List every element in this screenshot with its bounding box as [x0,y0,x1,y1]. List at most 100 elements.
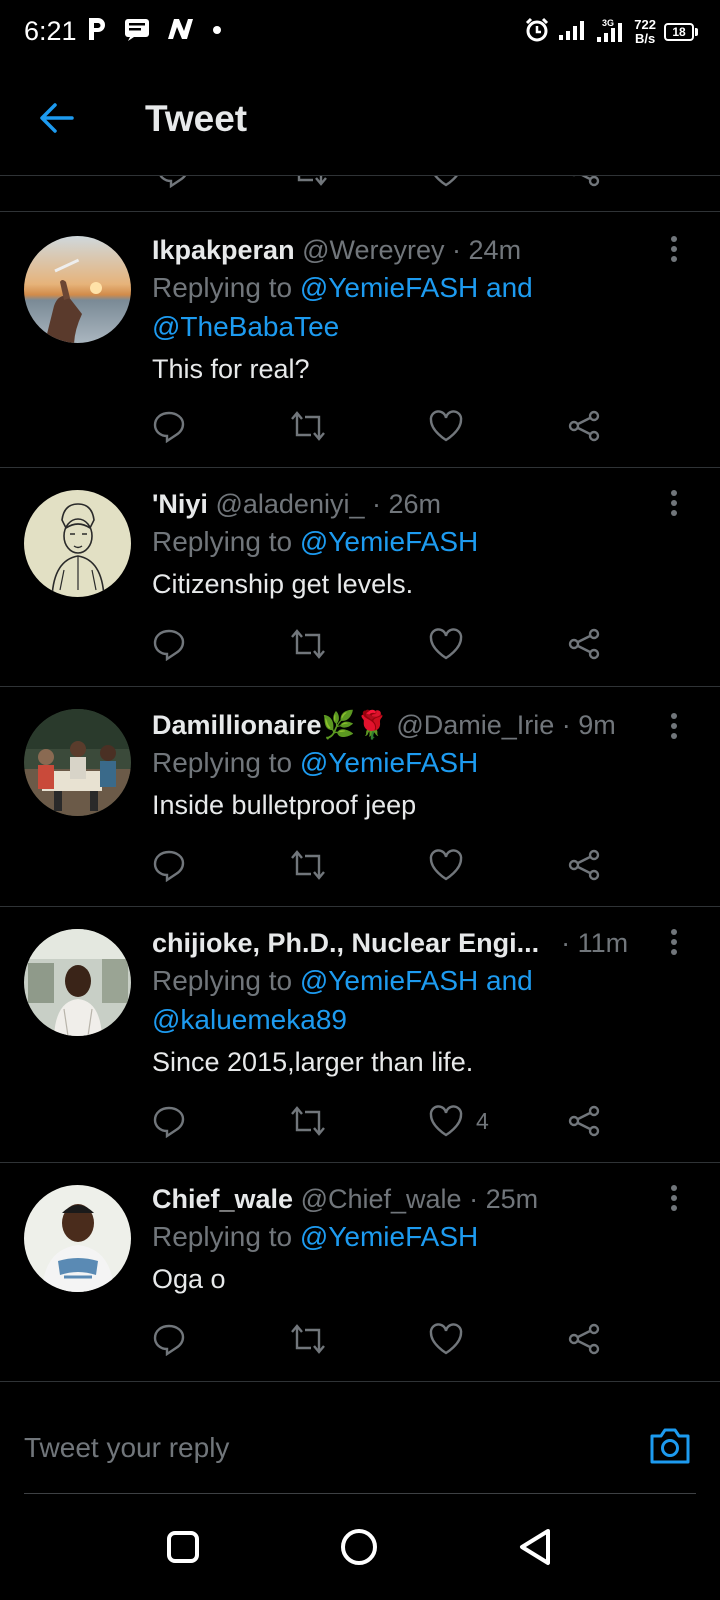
avatar[interactable] [24,1185,131,1292]
share-icon [568,628,600,660]
author-name[interactable]: Damillionaire [152,710,322,740]
author-name[interactable]: chijioke, Ph.D., Nuclear Engi... [152,925,539,961]
retweet-button[interactable] [288,624,328,664]
message-icon [124,17,150,46]
mention-link[interactable]: @TheBabaTee [152,311,339,342]
heart-icon [429,628,463,660]
replying-to-label: Replying to [152,747,300,778]
retweet-button[interactable] [288,845,328,885]
heart-icon [429,849,463,881]
tweet-meta: Chief_wale @Chief_wale · 25m [152,1181,692,1217]
tweet-item[interactable]: chijioke, Ph.D., Nuclear Engi... · 11m R… [0,907,720,1163]
replying-to: Replying to @YemieFASH [152,522,692,561]
mention-link[interactable]: @YemieFASH and [300,965,533,996]
reply-button[interactable] [152,1101,188,1141]
tweet-item[interactable]: Ikpakperan @Wereyrey · 24m Replying to @… [0,212,720,468]
more-options-button[interactable] [664,1181,684,1215]
mention-link[interactable]: @kaluemeka89 [152,1004,347,1035]
tweet-item[interactable]: Chief_wale @Chief_wale · 25m Replying to… [0,1163,720,1382]
tweet-meta: 'Niyi @aladeniyi_ · 26m [152,486,692,522]
replying-to: Replying to @YemieFASH and [152,961,692,1000]
like-button[interactable]: 4 [428,1101,489,1141]
like-button[interactable] [428,1319,476,1359]
back-nav-button[interactable] [512,1524,558,1570]
back-button[interactable] [34,96,78,140]
heart-icon [429,1323,463,1355]
replying-to-line2: @kaluemeka89 [152,1000,692,1039]
author-handle[interactable]: @Wereyrey [302,235,444,265]
tweet-time: · 25m [469,1184,539,1214]
avatar[interactable] [24,236,131,343]
like-count: 4 [476,1107,489,1134]
tweet-meta: chijioke, Ph.D., Nuclear Engi... · 11m [152,925,692,961]
reply-feed[interactable]: Ikpakperan @Wereyrey · 24m Replying to @… [0,176,720,1402]
share-button[interactable] [566,845,602,885]
author-name[interactable]: Ikpakperan [152,235,295,265]
share-button[interactable] [566,1319,602,1359]
tweet-content: Damillionaire🌿🌹 @Damie_Irie · 9m Replyin… [152,707,692,824]
mention-link[interactable]: @YemieFASH [300,747,478,778]
share-button[interactable] [566,406,602,446]
reply-input[interactable] [24,1424,584,1472]
mention-link[interactable]: @YemieFASH [300,526,478,557]
like-button[interactable] [428,624,476,664]
avatar[interactable] [24,709,131,816]
reply-button[interactable] [152,406,188,446]
status-left-icons [86,14,222,48]
like-button[interactable] [428,406,476,446]
more-options-button[interactable] [664,232,684,266]
recents-button[interactable] [160,1524,206,1570]
name-emoji: 🌿🌹 [321,710,389,740]
more-options-button[interactable] [664,486,684,520]
author-handle[interactable]: @aladeniyi_ [215,489,364,519]
partial-tweet-actions [0,176,720,212]
avatar[interactable] [24,490,131,597]
more-options-button[interactable] [664,709,684,743]
battery-icon: 18 [664,23,698,41]
author-name[interactable]: 'Niyi [152,489,208,519]
reply-button[interactable] [152,845,188,885]
replying-to-label: Replying to [152,965,300,996]
mention-link[interactable]: @YemieFASH and [300,272,533,303]
reply-button[interactable] [152,1319,188,1359]
tweet-text: Inside bulletproof jeep [152,790,417,820]
more-options-button[interactable] [664,925,684,959]
tweet-content: Chief_wale @Chief_wale · 25m Replying to… [152,1181,692,1298]
camera-icon [650,1428,690,1464]
retweet-icon [291,629,325,659]
page-title: Tweet [145,98,248,139]
retweet-button[interactable] [288,1319,328,1359]
share-button[interactable] [566,624,602,664]
home-button[interactable] [336,1524,382,1570]
retweet-button[interactable] [288,1101,328,1141]
news-icon [166,17,196,46]
reply-icon [153,629,185,661]
reply-button[interactable] [152,624,188,664]
tweet-item[interactable]: Damillionaire🌿🌹 @Damie_Irie · 9m Replyin… [0,687,720,907]
camera-button[interactable] [646,1422,694,1470]
share-button[interactable] [566,1101,602,1141]
tweet-item[interactable]: 'Niyi @aladeniyi_ · 26m Replying to @Yem… [0,468,720,687]
screen: 6:21 3G 722 B/s 18 Tweet Ikpakperan @Wer… [0,0,720,1600]
like-button[interactable] [428,845,476,885]
reply-icon [153,1324,185,1356]
share-icon [568,1323,600,1355]
author-handle[interactable]: @Chief_wale [301,1184,462,1214]
battery-level: 18 [664,23,694,41]
more-vertical-icon [671,713,677,739]
retweet-button[interactable] [288,406,328,446]
replying-to-line2: @TheBabaTee [152,307,692,346]
mention-link[interactable]: @YemieFASH [300,1221,478,1252]
dot-icon [212,22,222,40]
retweet-icon [291,1324,325,1354]
avatar[interactable] [24,929,131,1036]
reply-icon [153,850,185,882]
tweet-content: 'Niyi @aladeniyi_ · 26m Replying to @Yem… [152,486,692,603]
author-handle[interactable]: @Damie_Irie [396,710,554,740]
share-icon [568,849,600,881]
author-name[interactable]: Chief_wale [152,1184,293,1214]
signal-3g-icon: 3G [596,17,626,48]
speed-unit: B/s [635,31,656,46]
tweet-actions: 4 [152,1101,622,1141]
parking-icon [86,16,108,47]
